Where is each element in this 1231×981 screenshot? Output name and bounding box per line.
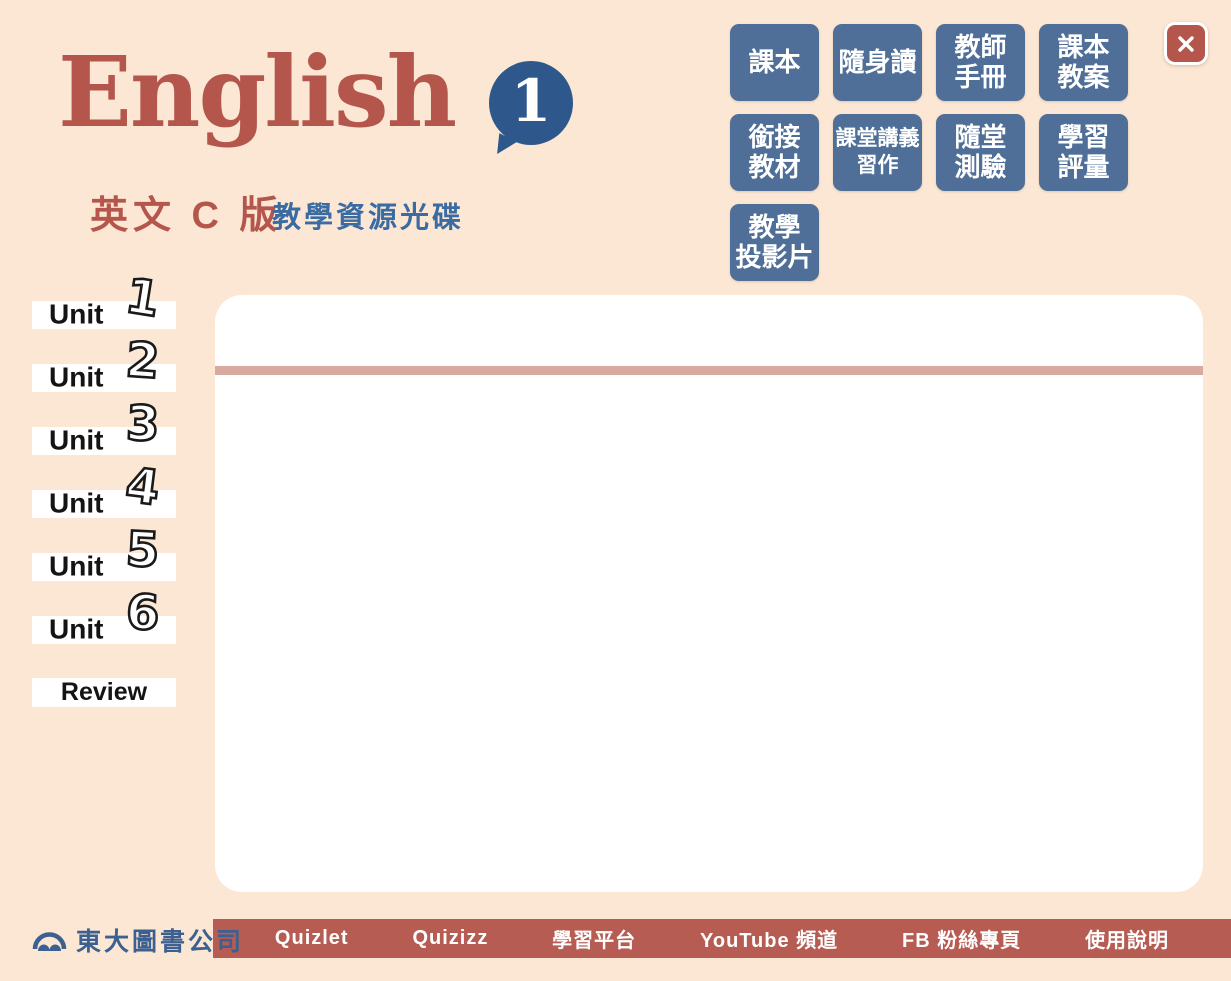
publisher-logo: 東大圖書公司 [30, 922, 244, 958]
unit-label: Unit [49, 298, 103, 330]
sidebar-item-unit-5[interactable]: Unit 5 [32, 553, 176, 581]
volume-number: 1 [511, 67, 551, 135]
learning-assessment-button[interactable]: 學習 評量 [1039, 114, 1128, 191]
button-label-line1: 課堂講義 [836, 126, 920, 152]
class-handout-workbook-button[interactable]: 課堂講義 習作 [833, 114, 922, 191]
button-label-line2: 教材 [748, 153, 800, 182]
button-label-line1: 教師 [954, 33, 1006, 62]
unit-number: 1 [122, 272, 163, 325]
button-label-line1: 隨堂 [954, 123, 1006, 152]
footer-link-youtube-channel[interactable]: YouTube 頻道 [700, 924, 838, 953]
footer-link-quizlet[interactable]: Quizlet [275, 927, 349, 950]
footer-link-user-guide[interactable]: 使用說明 [1085, 924, 1169, 953]
unit-label: Unit [49, 487, 103, 519]
button-label: 課本 [748, 48, 800, 77]
publisher-arch-icon [30, 924, 68, 956]
sidebar-item-unit-3[interactable]: Unit 3 [32, 427, 176, 455]
english-wordmark: English [58, 34, 455, 150]
unit-number: 6 [125, 588, 160, 637]
button-label-line1: 課本 [1057, 33, 1109, 62]
teacher-manual-button[interactable]: 教師 手冊 [936, 24, 1025, 101]
panel-accent-line [215, 366, 1203, 375]
close-icon [1175, 33, 1197, 55]
publisher-name: 東大圖書公司 [76, 922, 244, 958]
textbook-button[interactable]: 課本 [730, 24, 819, 101]
disc-subtitle: 教學資源光碟 [272, 194, 464, 236]
button-label-line2: 習作 [857, 153, 899, 179]
speech-bubble-tail-icon [496, 132, 518, 154]
app-window: { "logo": { "wordmark": "English", "volu… [0, 0, 1231, 981]
button-label-line2: 教案 [1057, 63, 1109, 92]
unit-label: Unit [49, 613, 103, 645]
sidebar-item-unit-4[interactable]: Unit 4 [32, 490, 176, 518]
unit-number: 2 [124, 336, 161, 386]
button-label-line2: 評量 [1057, 153, 1109, 182]
unit-number: 4 [123, 461, 162, 513]
bridging-material-button[interactable]: 銜接 教材 [730, 114, 819, 191]
content-panel [215, 295, 1203, 892]
button-label-line2: 手冊 [954, 63, 1006, 92]
resource-button-grid: 課本 隨身讀 教師 手冊 課本 教案 銜接 教材 課堂講義 習作 隨堂 測驗 學… [730, 24, 1128, 281]
textbook-lessonplan-button[interactable]: 課本 教案 [1039, 24, 1128, 101]
sidebar-item-review[interactable]: Review [32, 678, 176, 707]
unit-label: Unit [49, 550, 103, 582]
sidebar-item-unit-2[interactable]: Unit 2 [32, 364, 176, 392]
unit-label: Unit [49, 424, 103, 456]
unit-number: 3 [125, 399, 160, 448]
button-label-line1: 教學 [748, 213, 800, 242]
series-title: 英文 C 版 [90, 184, 283, 239]
sidebar-item-unit-6[interactable]: Unit 6 [32, 616, 176, 644]
quiz-button[interactable]: 隨堂 測驗 [936, 114, 1025, 191]
button-label-line2: 投影片 [735, 243, 813, 272]
unit-number: 5 [125, 525, 161, 575]
volume-speech-bubble: 1 [489, 61, 573, 145]
button-label-line1: 學習 [1057, 123, 1109, 152]
unit-label: Unit [49, 361, 103, 393]
footer-link-bar: Quizlet Quizizz 學習平台 YouTube 頻道 FB 粉絲專頁 … [213, 919, 1231, 958]
teaching-slides-button[interactable]: 教學 投影片 [730, 204, 819, 281]
close-button[interactable] [1164, 22, 1208, 65]
button-label-line2: 測驗 [954, 153, 1006, 182]
review-label: Review [61, 678, 147, 707]
footer-link-fb-fanpage[interactable]: FB 粉絲專頁 [902, 924, 1021, 953]
sidebar-item-unit-1[interactable]: Unit 1 [32, 301, 176, 329]
footer-link-quizizz[interactable]: Quizizz [412, 927, 488, 950]
pocket-reader-button[interactable]: 隨身讀 [833, 24, 922, 101]
button-label: 隨身讀 [838, 48, 916, 77]
footer-link-learning-platform[interactable]: 學習平台 [552, 924, 636, 953]
button-label-line1: 銜接 [748, 123, 800, 152]
